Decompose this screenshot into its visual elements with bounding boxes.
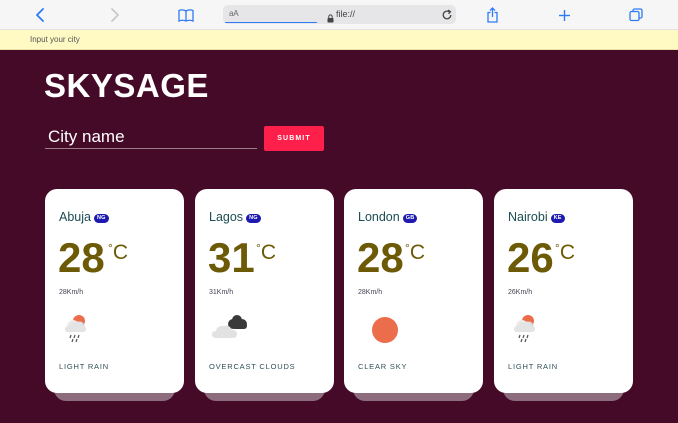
weather-card: London GB 28 °C 28Km/h CLEAR SKY: [344, 189, 483, 401]
light-rain-icon: [508, 311, 550, 345]
temperature-value: 28: [58, 234, 105, 281]
city-name: Nairobi: [508, 210, 548, 224]
card-body: Abuja NG 28 °C 28Km/h LIGHT RAIN: [45, 189, 184, 393]
submit-button[interactable]: SUBMIT: [264, 126, 324, 151]
city-name: London: [358, 210, 400, 224]
url-text: file://: [336, 9, 356, 19]
temperature-value: 26: [507, 234, 554, 281]
wind-speed: 26Km/h: [508, 289, 533, 296]
forward-icon[interactable]: [103, 4, 125, 26]
temperature-unit: °C: [555, 241, 575, 264]
new-tab-icon[interactable]: [553, 4, 575, 26]
weather-card: Nairobi KE 26 °C 26Km/h LIGHT RAIN: [494, 189, 633, 401]
app-title: SKYSAGE: [44, 67, 209, 104]
temperature-unit: °C: [108, 241, 128, 264]
temperature-unit: °C: [405, 241, 425, 264]
card-body: London GB 28 °C 28Km/h CLEAR SKY: [344, 189, 483, 393]
weather-description: LIGHT RAIN: [508, 362, 558, 371]
back-icon[interactable]: [30, 4, 52, 26]
page-load-progress: [225, 21, 317, 23]
city-name: Abuja: [59, 210, 91, 224]
clear-sky-icon: [358, 311, 400, 345]
temperature-unit: °C: [256, 241, 276, 264]
temperature-value: 28: [357, 234, 404, 281]
city-name: Lagos: [209, 210, 244, 224]
reload-icon[interactable]: [441, 8, 453, 26]
bookmarks-icon[interactable]: [175, 4, 197, 26]
country-badge: NG: [246, 213, 261, 223]
browser-toolbar: aA file://: [0, 0, 678, 30]
share-icon[interactable]: [481, 4, 503, 26]
weather-card: Lagos NG 31 °C 31Km/h OVERCAST CLOUDS: [195, 189, 334, 401]
card-body: Lagos NG 31 °C 31Km/h OVERCAST CLOUDS: [195, 189, 334, 393]
tabs-icon[interactable]: [625, 4, 647, 26]
prompt-text: Input your city: [30, 35, 80, 44]
prompt-bar: Input your city: [0, 30, 678, 50]
weather-card: Abuja NG 28 °C 28Km/h LIGHT RAIN: [45, 189, 184, 401]
weather-description: OVERCAST CLOUDS: [209, 362, 296, 371]
country-badge: GB: [402, 213, 418, 223]
light-rain-icon: [59, 311, 101, 345]
country-badge: NG: [93, 213, 109, 223]
address-bar[interactable]: aA file://: [223, 5, 456, 24]
wind-speed: 28Km/h: [59, 289, 84, 296]
weather-description: CLEAR SKY: [358, 362, 408, 371]
card-body: Nairobi KE 26 °C 26Km/h LIGHT RAIN: [494, 189, 633, 393]
weather-description: LIGHT RAIN: [59, 362, 109, 371]
city-input[interactable]: [45, 126, 257, 149]
temperature-value: 31: [208, 234, 255, 281]
wind-speed: 31Km/h: [209, 289, 234, 296]
overcast-clouds-icon: [209, 311, 251, 345]
wind-speed: 28Km/h: [358, 289, 383, 296]
text-size-button[interactable]: aA: [229, 9, 239, 18]
lock-icon: [327, 10, 334, 28]
country-badge: KE: [550, 213, 565, 223]
